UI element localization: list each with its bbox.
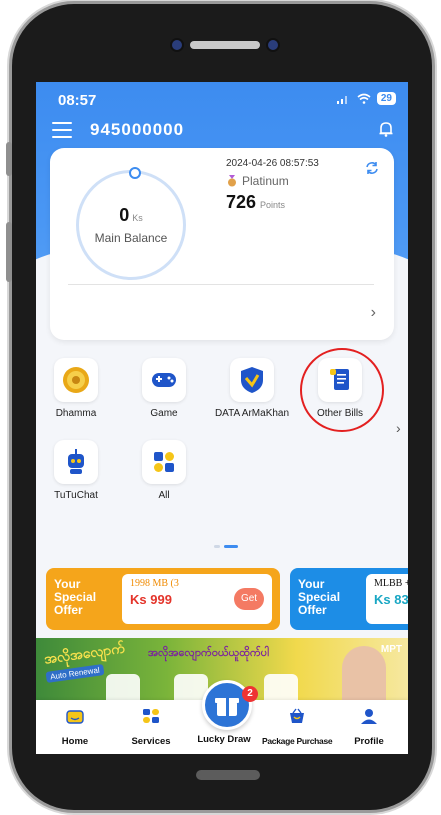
banner-brand: MPT [380, 644, 402, 655]
basket-icon [290, 708, 304, 723]
ring-indicator [129, 167, 141, 179]
battery-indicator: 29 [376, 92, 396, 105]
profile-icon [361, 709, 377, 724]
wifi-icon [357, 93, 371, 104]
tab-profile[interactable]: Profile [334, 708, 404, 747]
status-time: 08:57 [58, 92, 97, 109]
data-shield-icon [241, 367, 263, 393]
balance-value: 0 [119, 205, 130, 225]
phone-speaker [190, 41, 260, 49]
phone-side-button-1 [6, 142, 12, 176]
offer-price: Ks 999 [130, 592, 172, 607]
tab-label: Package Purchase [262, 736, 333, 746]
service-label: Dhamma [55, 408, 97, 419]
home-icon [66, 710, 84, 724]
highlight-circle [300, 348, 384, 432]
offer-data: MLBB + I [374, 578, 408, 589]
get-offer-button[interactable]: Get [234, 588, 264, 610]
offer-data: 1998 MB (3 [130, 578, 179, 589]
front-camera [170, 38, 184, 52]
service-all[interactable]: All [124, 440, 204, 501]
balance-label: Main Balance [94, 231, 168, 245]
menu-icon[interactable] [52, 122, 72, 143]
balance-currency: Ks [132, 213, 143, 223]
phone-top-bezel [170, 38, 280, 52]
gamepad-icon [152, 373, 176, 387]
carousel-dot [214, 545, 220, 548]
balance-date: 2024-04-26 08:57:53 [226, 158, 319, 169]
service-game[interactable]: Game [124, 358, 204, 419]
tab-label: Profile [354, 736, 384, 747]
tab-label: Services [131, 736, 171, 747]
front-sensor [266, 38, 280, 52]
tab-services[interactable]: Services [116, 708, 186, 747]
service-tutuchat[interactable]: TuTuChat [36, 440, 116, 501]
app-screen: 08:57 29 945000000 0 Ks Main Balance 2024… [36, 82, 408, 754]
lucky-draw-badge: 2 [242, 686, 258, 702]
balance-ring: 0 Ks Main Balance [76, 167, 186, 280]
special-offer-card[interactable]: Your Special Offer 1998 MB (3 Ks 999 Get [46, 568, 280, 630]
grid-icon [154, 452, 174, 472]
service-dhamma[interactable]: Dhamma [36, 358, 116, 419]
carousel-dot-active [224, 545, 238, 548]
phone-side-button-2 [6, 222, 12, 282]
service-label: TuTuChat [54, 490, 98, 501]
services-icon [143, 709, 159, 723]
points-value: 726 [226, 192, 257, 212]
points-label: Points [260, 200, 286, 210]
phone-number: 945000000 [90, 120, 185, 139]
medal-icon [228, 175, 236, 187]
special-offer-card-2[interactable]: Your Special Offer MLBB + I Ks 839 [290, 568, 408, 630]
offer-title: Your Special Offer [54, 577, 97, 617]
status-icons: 29 [336, 92, 396, 105]
service-label: All [158, 490, 170, 501]
signal-icon [336, 95, 347, 104]
tier-row: Platinum [226, 174, 289, 188]
tab-label: Home [61, 736, 89, 747]
banner-headline: အလိုအလျောက်ဝယ်ယူထိုက်ပါ [148, 647, 269, 659]
carousel-dots [214, 545, 244, 548]
refresh-icon[interactable] [364, 160, 380, 176]
dhamma-icon [63, 367, 89, 393]
service-label: Game [150, 408, 178, 419]
service-data-armakhan[interactable]: DATA ArMaKhan [212, 358, 292, 419]
offer-price: Ks 839 [374, 592, 408, 607]
phone-home-button [196, 770, 260, 780]
points-row: 726 Points [226, 192, 285, 213]
tab-package-purchase[interactable]: Package Purchase [262, 708, 333, 746]
service-label: DATA ArMaKhan [214, 408, 290, 419]
services-next-arrow[interactable]: › [396, 420, 401, 436]
card-divider [68, 284, 374, 285]
bell-icon[interactable] [378, 120, 394, 138]
robot-icon [68, 449, 84, 474]
chevron-right-icon[interactable]: › [371, 304, 376, 322]
tab-label: Lucky Draw [197, 734, 251, 745]
tier-label: Platinum [242, 174, 289, 188]
tab-lucky-draw[interactable]: Lucky Draw [189, 734, 259, 745]
balance-card[interactable]: 0 Ks Main Balance 2024-04-26 08:57:53 Pla… [50, 148, 394, 340]
bottom-nav: Home Services 2 Lucky Draw Package Purch… [36, 680, 408, 754]
offer-title: Your Special Offer [298, 577, 341, 617]
tab-home[interactable]: Home [40, 708, 110, 747]
